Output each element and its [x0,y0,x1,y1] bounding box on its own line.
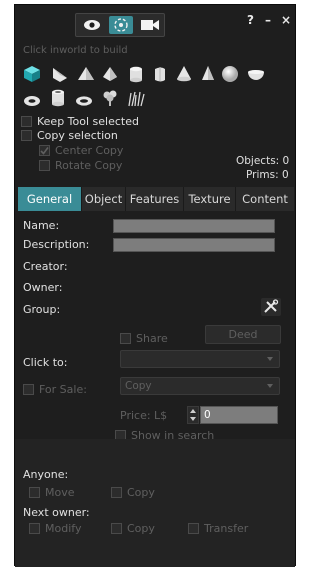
group-label: Group: [23,303,61,316]
sale-type-dropdown[interactable]: Copy [120,377,280,395]
wrench-icon [264,299,279,313]
tab-general[interactable]: General [18,187,82,211]
price-label: Price: L$ [120,409,168,422]
camera-icon[interactable] [138,16,162,34]
share-checkbox[interactable] [120,333,131,344]
next-owner-copy-checkbox[interactable] [111,523,122,534]
torus-icon[interactable] [23,91,41,109]
chevron-down-icon [267,357,273,361]
next-owner-modify-checkbox[interactable] [29,523,40,534]
next-owner-label: Next owner: [23,506,90,519]
sphere-icon[interactable] [221,65,239,83]
copy-selection-label: Copy selection [37,129,118,142]
cylinder-icon[interactable] [127,65,145,83]
wedge-icon[interactable] [51,65,69,83]
eye-icon[interactable] [80,16,104,34]
deed-button[interactable]: Deed [205,325,281,344]
hemisphere-icon[interactable] [247,65,265,83]
pyramid-icon[interactable] [77,65,95,83]
name-label: Name: [23,219,60,232]
half-cone-icon[interactable] [199,65,217,83]
anyone-label: Anyone: [23,468,69,481]
cone-icon[interactable] [175,65,193,83]
copy-selection-checkbox[interactable] [21,130,32,141]
focus-icon[interactable] [109,16,133,34]
mode-button-group [75,13,165,37]
click-to-label: Click to: [23,356,68,369]
click-action-dropdown[interactable] [120,350,280,368]
set-group-button[interactable] [261,298,281,316]
tab-features[interactable]: Features [126,187,184,211]
for-sale-label: For Sale: [39,383,87,396]
rotate-copy-checkbox[interactable] [39,160,50,171]
anyone-move-label: Move [45,486,75,499]
spinner-arrows-icon [190,409,196,421]
tab-texture[interactable]: Texture [184,187,236,211]
half-cylinder-icon[interactable] [151,65,169,83]
owner-label: Owner: [23,281,63,294]
next-owner-transfer-label: Transfer [204,522,249,535]
close-button[interactable]: × [281,13,291,27]
creator-label: Creator: [23,260,68,273]
for-sale-checkbox[interactable] [23,384,34,395]
tube-icon[interactable] [49,89,67,107]
help-button[interactable]: ? [247,13,254,27]
center-copy-checkbox[interactable] [39,145,50,156]
objects-count: Objects: 0 [236,155,290,167]
permissions-section [15,439,295,567]
ring-icon[interactable] [75,91,93,109]
anyone-copy-checkbox[interactable] [111,487,122,498]
keep-tool-label: Keep Tool selected [37,115,139,128]
next-owner-modify-label: Modify [45,522,82,535]
sale-type-value: Copy [125,380,152,392]
tetrahedron-icon[interactable] [101,65,119,83]
cube-icon[interactable] [23,65,41,83]
share-label: Share [136,332,168,345]
description-field[interactable] [113,238,275,252]
chevron-down-icon [267,384,273,388]
minimize-button[interactable]: – [265,13,271,27]
anyone-copy-label: Copy [127,486,155,499]
build-hint-text: Click inworld to build [23,45,128,56]
toolbar: ? – × [15,5,297,45]
build-tools-window: ? – × Click inworld to build Keep Tool s… [14,4,297,567]
tab-bar: General Object Features Texture Content [18,187,294,211]
tree-icon[interactable] [101,89,119,107]
description-label: Description: [23,238,90,251]
center-copy-label: Center Copy [55,144,124,157]
price-input[interactable]: 0 [200,406,278,424]
next-owner-transfer-checkbox[interactable] [188,523,199,534]
prims-count: Prims: 0 [246,169,289,181]
rotate-copy-label: Rotate Copy [55,159,123,172]
tab-object[interactable]: Object [82,187,126,211]
grass-icon[interactable] [127,89,145,107]
name-field[interactable] [113,219,275,233]
anyone-move-checkbox[interactable] [29,487,40,498]
tab-content[interactable]: Content [236,187,294,211]
keep-tool-checkbox[interactable] [21,116,32,127]
next-owner-copy-label: Copy [127,522,155,535]
price-spinner[interactable] [187,406,199,424]
